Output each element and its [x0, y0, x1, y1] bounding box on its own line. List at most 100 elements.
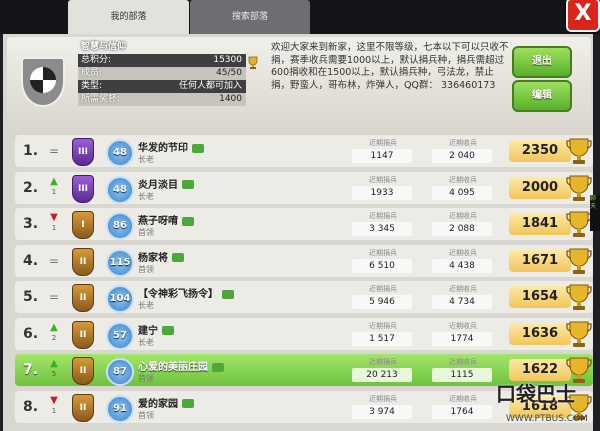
donated-label: 近期捐兵 — [369, 139, 397, 147]
clan-badge-icon — [21, 57, 65, 107]
member-name: 杨家将 — [138, 249, 184, 264]
trophy-icon — [566, 138, 592, 164]
member-rank: 7. — [23, 362, 39, 378]
member-name: 炎月淡目 — [138, 176, 194, 191]
chat-icon — [212, 362, 224, 372]
received-label: 近期收兵 — [449, 248, 477, 257]
member-rank: 1. — [23, 143, 39, 159]
exit-button[interactable]: 退出 — [512, 46, 572, 78]
member-role: 长老 — [138, 191, 154, 201]
rank-trend-icon: ▼ 1 — [48, 213, 60, 233]
donated-box: 近期捐兵 1933 — [346, 174, 420, 202]
donated-box: 近期捐兵 1147 — [346, 137, 420, 165]
chat-icon — [182, 216, 194, 226]
league-badge-icon: III — [72, 174, 94, 203]
xp-level-badge: 57 — [106, 321, 134, 350]
league-badge-icon: I — [72, 211, 94, 239]
edit-button[interactable]: 编辑 — [512, 80, 572, 112]
member-row[interactable]: 2. ▲ 1 III 48 炎月淡目 长老 近期捐兵 1933 近期收兵 4 095 2000 — [15, 171, 593, 204]
received-box: 近期收兵 1115 — [426, 356, 500, 384]
member-row[interactable]: 5. = II 104 【令神彩飞扬令】 长老 近期捐兵 5 946 近期收兵 4 734 1654 — [15, 281, 593, 313]
member-trophies: 1841 — [509, 213, 571, 235]
xp-level-badge: 86 — [106, 212, 134, 240]
member-rank: 3. — [23, 216, 39, 232]
donated-label: 近期捐兵 — [369, 248, 397, 257]
member-role: 长老 — [138, 155, 154, 164]
clan-panel: 智慧与信仰 总积分: 15300 成员: 45/50 类型: 任何人都可加入 所… — [3, 34, 593, 431]
member-rank: 2. — [23, 179, 39, 196]
member-trophies: 2350 — [509, 140, 571, 162]
tab-my-clan[interactable]: 我的部落 — [68, 0, 189, 34]
received-box: 近期收兵 4 438 — [426, 247, 500, 275]
received-box: 近期收兵 1764 — [426, 393, 500, 421]
close-button[interactable]: X — [566, 0, 600, 32]
watermark-url: WWW.PTBUS.COM — [506, 414, 588, 424]
league-badge-icon: II — [72, 247, 94, 276]
chat-icon — [192, 143, 204, 153]
received-label: 近期收兵 — [449, 139, 477, 147]
xp-level-badge: 91 — [106, 394, 134, 423]
received-value: 2 088 — [432, 222, 492, 236]
member-name: 心爱的美丽庄园 — [138, 358, 224, 373]
chat-side-tab[interactable]: 聊天 — [590, 195, 600, 231]
trophy-icon — [566, 284, 592, 310]
received-value: 4 095 — [432, 185, 492, 200]
member-name: 爱的家园 — [138, 395, 194, 410]
donated-box: 近期捐兵 6 510 — [346, 247, 420, 275]
stat-type: 类型: 任何人都可加入 — [78, 80, 246, 93]
tab-search-clans[interactable]: 搜索部落 — [190, 0, 310, 34]
trophy-icon — [248, 56, 258, 69]
received-box: 近期收兵 4 095 — [426, 174, 500, 202]
rank-trend-icon: = — [48, 144, 60, 158]
donated-label: 近期捐兵 — [369, 285, 397, 293]
received-value: 4 734 — [432, 295, 492, 309]
member-row[interactable]: 1. = III 48 华发的节印 长老 近期捐兵 1147 近期收兵 2 040 2350 — [15, 135, 593, 167]
clan-header: 智慧与信仰 总积分: 15300 成员: 45/50 类型: 任何人都可加入 所… — [7, 37, 591, 137]
received-label: 近期收兵 — [449, 285, 477, 293]
received-value: 1774 — [432, 331, 492, 346]
clan-description: 欢迎大家来到新家，这里不限等级，七本以下可以只收不捐，赛季收兵需要1000以上，… — [271, 42, 509, 91]
chat-icon — [222, 289, 234, 299]
member-rank: 5. — [23, 289, 39, 305]
member-trophies: 2000 — [509, 176, 571, 199]
member-rank: 4. — [23, 252, 39, 269]
donated-value: 1147 — [352, 149, 412, 163]
rank-change: 1 — [51, 224, 57, 232]
rank-trend-icon: ▲ 2 — [48, 322, 60, 343]
donated-label: 近期捐兵 — [369, 321, 397, 330]
rank-trend-icon: ▲ 5 — [48, 359, 60, 379]
received-box: 近期收兵 1774 — [426, 320, 500, 348]
donated-label: 近期捐兵 — [369, 358, 397, 366]
donated-value: 3 974 — [352, 404, 412, 419]
donated-label: 近期捐兵 — [369, 394, 397, 403]
received-box: 近期收兵 2 088 — [426, 210, 500, 238]
stat-members: 成员: 45/50 — [78, 67, 246, 80]
league-badge-icon: III — [72, 138, 94, 166]
rank-change: 5 — [51, 370, 57, 378]
member-name: 建宁 — [138, 322, 174, 337]
donated-label: 近期捐兵 — [369, 175, 397, 184]
donated-value: 5 946 — [352, 295, 412, 309]
xp-level-badge: 87 — [106, 358, 134, 386]
league-badge-icon: II — [72, 357, 94, 385]
donated-value: 1933 — [352, 185, 412, 200]
member-row[interactable]: 6. ▲ 2 II 57 建宁 长老 近期捐兵 1 517 近期收兵 1774 1636 — [15, 317, 593, 350]
donated-value: 6 510 — [352, 258, 412, 273]
member-row[interactable]: 3. ▼ 1 I 86 燕子呀唷 首领 近期捐兵 3 345 近期收兵 2 088 1841 — [15, 208, 593, 240]
rank-trend-icon: = — [48, 253, 60, 268]
league-badge-icon: II — [72, 320, 94, 349]
clan-stats: 智慧与信仰 总积分: 15300 成员: 45/50 类型: 任何人都可加入 所… — [78, 41, 246, 106]
member-row[interactable]: 4. = II 115 杨家将 首领 近期捐兵 6 510 近期收兵 4 438 1671 — [15, 244, 593, 277]
chat-icon — [172, 253, 184, 262]
rank-change: 1 — [51, 406, 57, 415]
watermark-title: 口袋巴士 — [496, 382, 576, 406]
league-badge-icon: II — [72, 284, 94, 312]
member-trophies: 1654 — [509, 286, 571, 308]
received-label: 近期收兵 — [449, 212, 477, 220]
received-label: 近期收兵 — [449, 358, 477, 366]
received-value: 4 438 — [432, 258, 492, 273]
donated-box: 近期捐兵 3 345 — [346, 210, 420, 238]
received-box: 近期收兵 4 734 — [426, 283, 500, 311]
rank-change: 1 — [51, 187, 57, 196]
trophy-icon — [566, 211, 592, 237]
